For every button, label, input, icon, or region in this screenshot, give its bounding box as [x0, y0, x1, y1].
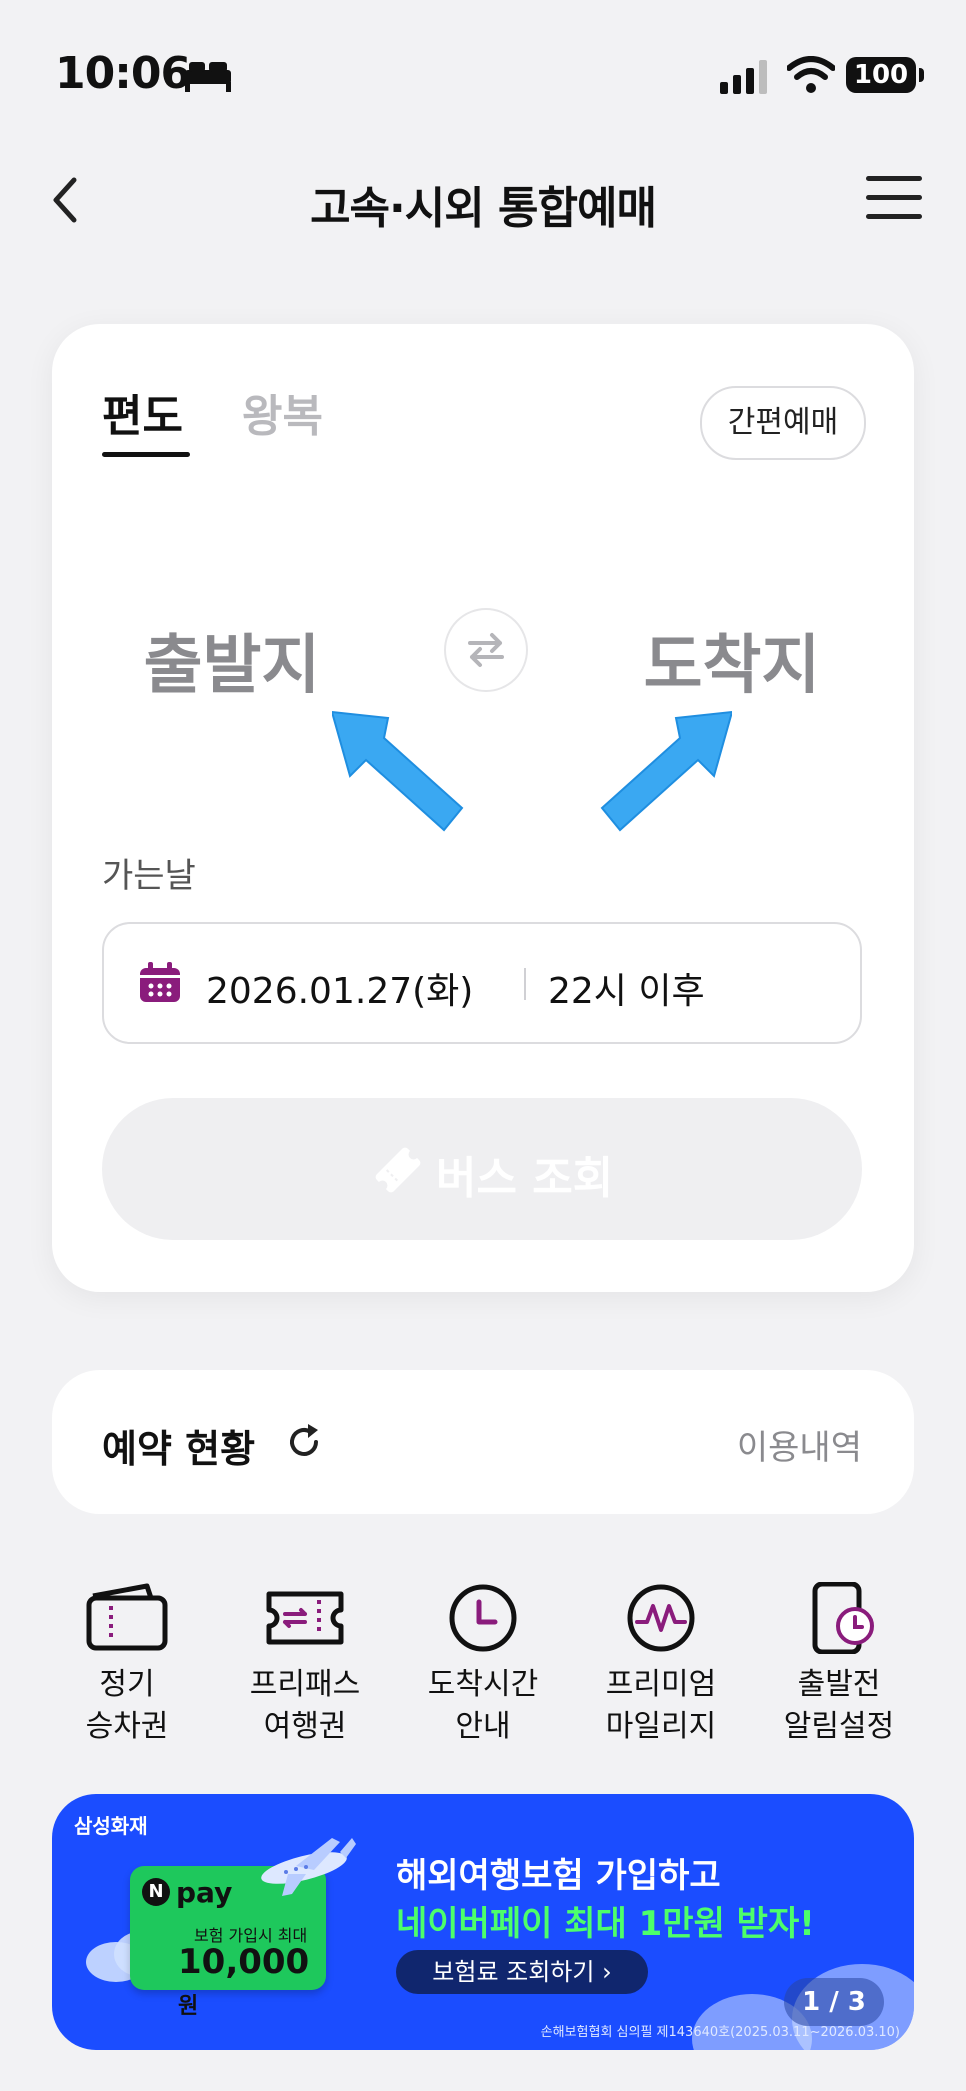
cellular-signal-icon — [720, 60, 767, 94]
date-picker-field[interactable]: 2026.01.27(화) 22시 이후 — [102, 922, 862, 1044]
bed-icon — [185, 62, 231, 92]
airplane-icon — [261, 1838, 356, 1896]
nav-bar: 고속·시외 통합예매 — [0, 150, 966, 260]
booking-card: 편도 왕복 간편예매 출발지 도착지 가는날 2026.01.27(화) 22시… — [52, 324, 914, 1292]
arrow-up-right-icon — [600, 710, 732, 832]
quick-menu-season-ticket[interactable]: 정기 승차권 — [52, 1570, 202, 1760]
quick-menu-label: 정기 승차권 — [85, 1667, 169, 1744]
menu-line-icon — [866, 176, 922, 181]
banner-page-indicator: 1 / 3 — [784, 1978, 884, 2026]
quick-menu-label: 도착시간 안내 — [427, 1667, 539, 1744]
quick-menu-departure-alert[interactable]: 출발전 알림설정 — [764, 1570, 914, 1760]
tab-selected-indicator — [102, 452, 190, 457]
arrow-up-left-icon — [332, 710, 464, 832]
departure-date: 2026.01.27(화) — [206, 971, 474, 1012]
banner-headline: 해외여행보험 가입하고 — [396, 1856, 721, 1896]
date-label: 가는날 — [102, 856, 196, 896]
npay-amount: 10,000원 — [178, 1942, 310, 2019]
swap-button[interactable] — [444, 608, 528, 692]
origin-selector[interactable]: 출발지 — [132, 614, 332, 706]
naver-n-icon: N — [142, 1878, 170, 1906]
banner-cta-button[interactable]: 보험료 조회하기 › — [396, 1950, 648, 1994]
hamburger-menu-button[interactable] — [866, 176, 922, 224]
status-bar: 10:06 100 — [0, 0, 966, 150]
banner-highlight: 네이버페이 최대 1만원 받자! — [396, 1904, 815, 1944]
quick-menu-label: 출발전 알림설정 — [783, 1667, 895, 1744]
battery-indicator: 100 — [846, 57, 924, 93]
destination-selector[interactable]: 도착지 — [622, 614, 842, 706]
quick-menu: 정기 승차권 프리패스 여행권 도착시간 안내 프리미엄 마일리지 출발전 알림설정 — [52, 1570, 914, 1760]
banner-brand: 삼성화재 — [74, 1814, 148, 1838]
search-bus-label: 버스 조회 — [436, 1153, 614, 1204]
npay-text: pay — [176, 1876, 233, 1909]
ticket-pass-icon — [266, 1591, 344, 1645]
quick-menu-free-pass[interactable]: 프리패스 여행권 — [230, 1570, 380, 1760]
phone-alarm-icon — [812, 1582, 874, 1654]
quick-menu-label: 프리패스 여행권 — [249, 1667, 361, 1744]
tab-round-trip[interactable]: 왕복 — [242, 380, 323, 444]
wallet-icon — [86, 1583, 168, 1651]
menu-line-icon — [866, 214, 922, 219]
quick-menu-premium-mileage[interactable]: 프리미엄 마일리지 — [586, 1570, 736, 1760]
calendar-icon — [140, 962, 180, 1002]
refresh-icon[interactable] — [284, 1422, 324, 1462]
reservation-status-card: 예약 현황 이용내역 — [52, 1370, 914, 1514]
promo-banner[interactable]: 삼성화재 N pay 보험 가입시 최대 10,000원 해외여행보험 가입하고… — [52, 1794, 914, 2050]
tab-one-way[interactable]: 편도 — [102, 380, 183, 444]
menu-line-icon — [866, 195, 922, 200]
quick-menu-arrival-time[interactable]: 도착시간 안내 — [408, 1570, 558, 1760]
departure-time: 22시 이후 — [548, 971, 705, 1012]
page-title: 고속·시외 통합예매 — [310, 183, 657, 234]
mileage-icon — [627, 1584, 695, 1652]
search-bus-button[interactable]: 버스 조회 — [102, 1098, 862, 1240]
reservation-status-title: 예약 현황 — [102, 1427, 256, 1471]
quick-menu-label: 프리미엄 마일리지 — [605, 1667, 717, 1744]
swap-arrows-icon — [468, 633, 504, 667]
banner-legal-text: 손해보험협회 심의필 제143640호(2025.03.11~2026.03.1… — [540, 2025, 900, 2040]
quick-booking-button[interactable]: 간편예매 — [700, 386, 866, 460]
usage-history-link[interactable]: 이용내역 — [737, 1420, 862, 1469]
clock-icon — [449, 1584, 517, 1652]
ticket-icon — [375, 1147, 421, 1193]
wifi-icon — [787, 56, 835, 93]
status-time: 10:06 — [55, 48, 191, 99]
divider — [524, 968, 526, 1000]
